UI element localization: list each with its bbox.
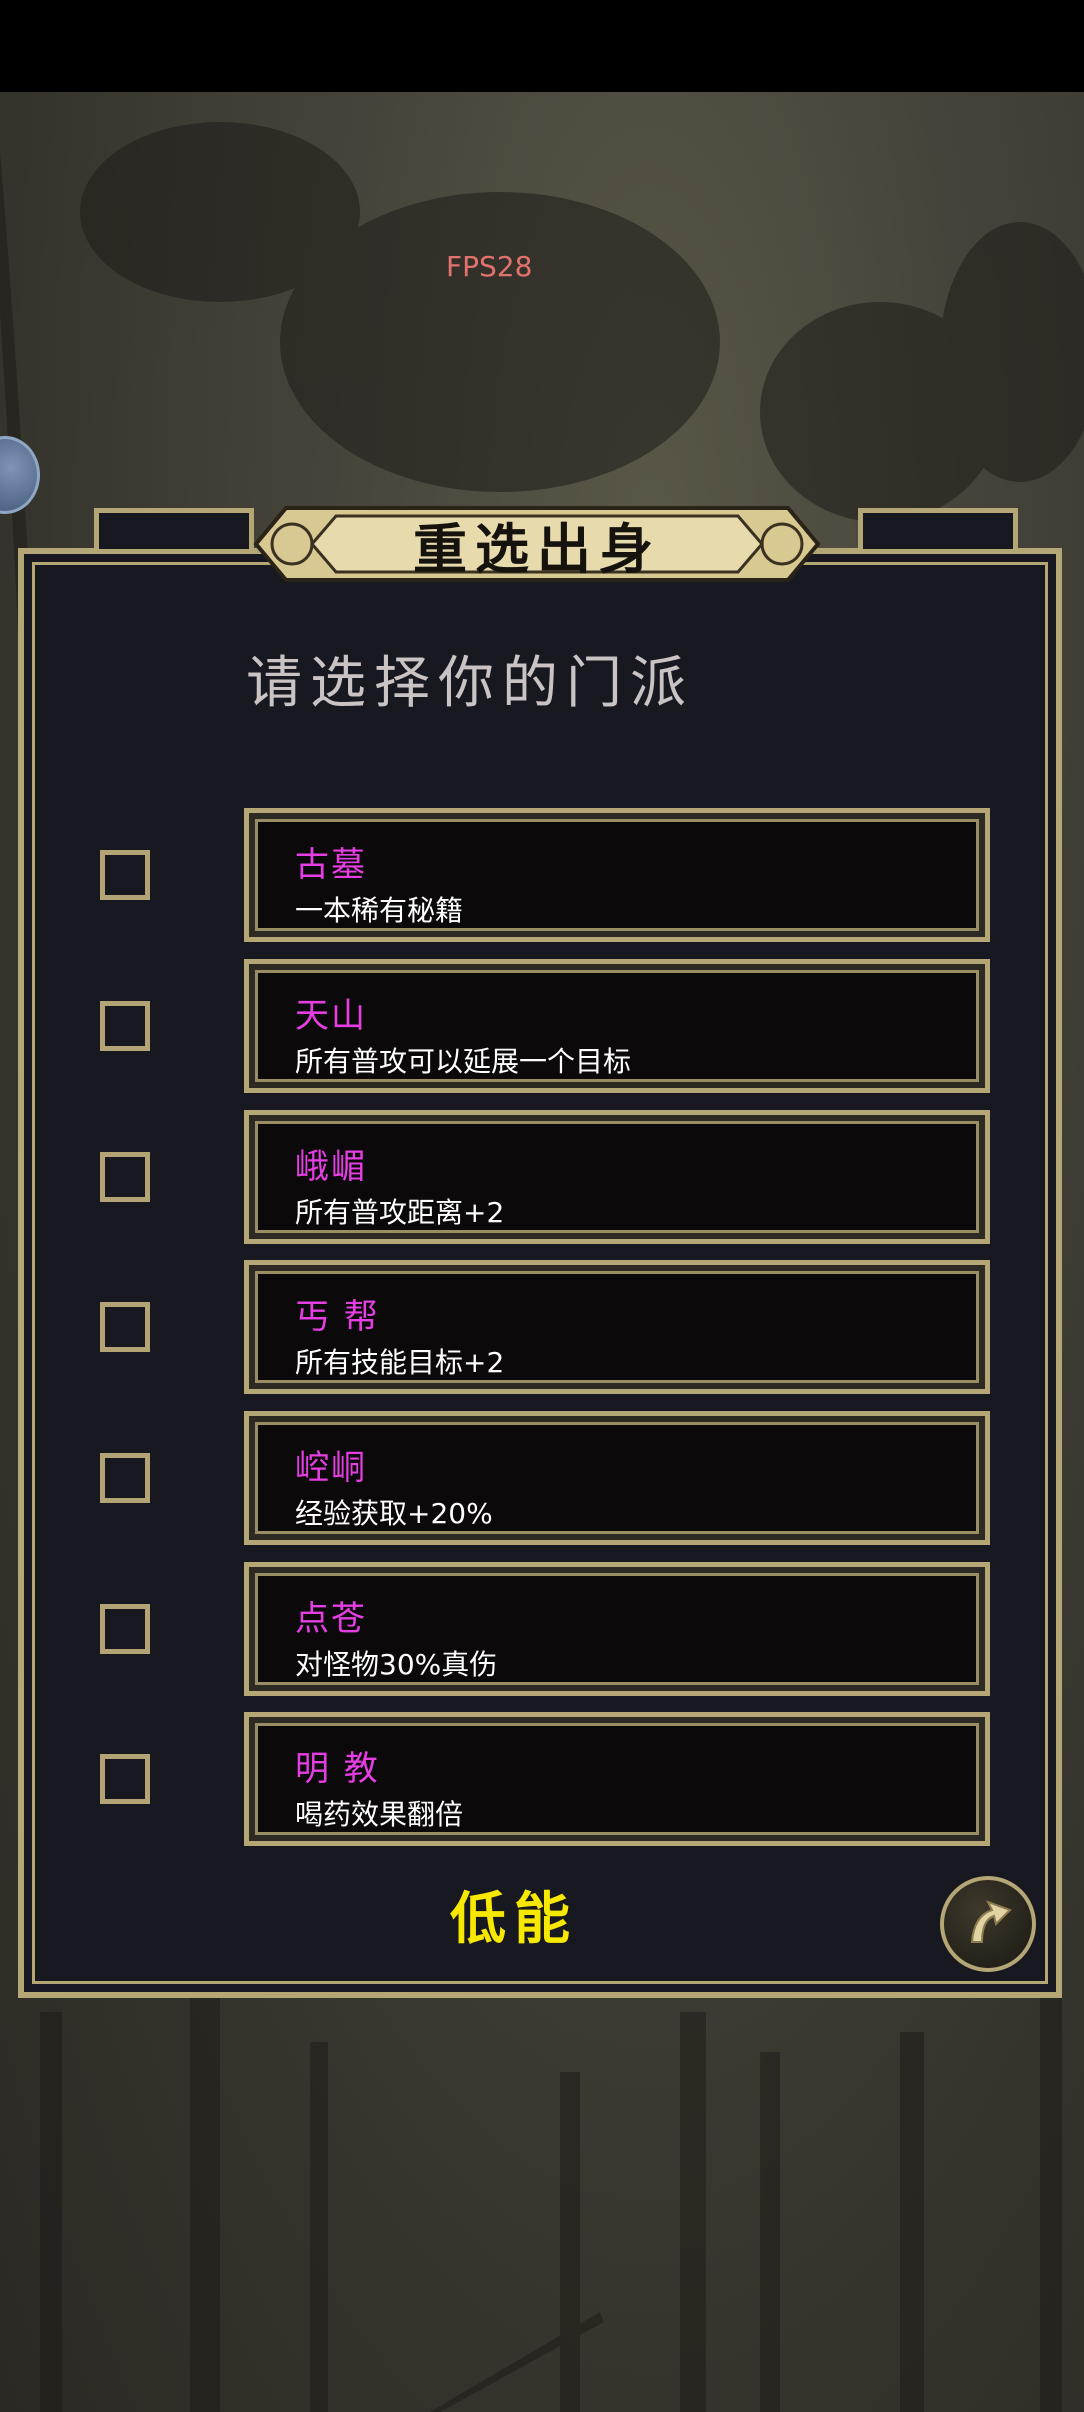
sect-description: 一本稀有秘籍 [295,894,464,927]
sect-checkbox-5[interactable] [100,1453,150,1503]
status-bar [0,0,1084,92]
panel-title: 重选出身 [413,516,661,581]
sect-name: 点苍 [295,1599,367,1639]
sect-checkbox-4[interactable] [100,1302,150,1352]
sect-row-5: 崆峒 经验获取+20% [100,1411,990,1545]
sect-name: 古墓 [295,845,367,885]
fps-counter: FPS28 [446,250,533,283]
panel-corner-right [858,508,1018,554]
sect-checkbox-2[interactable] [100,1001,150,1051]
sect-card-3[interactable]: 峨嵋 所有普攻距离+2 [244,1110,990,1244]
sect-name: 明 教 [295,1749,380,1789]
sect-row-1: 古墓 一本稀有秘籍 [100,808,990,942]
sect-description: 所有普攻可以延展一个目标 [295,1045,632,1078]
sect-description: 所有普攻距离+2 [295,1196,505,1229]
sect-description: 喝药效果翻倍 [295,1798,464,1831]
sect-row-3: 峨嵋 所有普攻距离+2 [100,1110,990,1244]
panel-corner-left [94,508,254,554]
sect-row-2: 天山 所有普攻可以延展一个目标 [100,959,990,1093]
sect-name: 崆峒 [295,1448,367,1488]
sect-card-2[interactable]: 天山 所有普攻可以延展一个目标 [244,959,990,1093]
panel-subtitle: 请选择你的门派 [246,651,694,716]
sect-card-6[interactable]: 点苍 对怪物30%真伤 [244,1562,990,1696]
sect-checkbox-6[interactable] [100,1604,150,1654]
sect-description: 所有技能目标+2 [295,1346,505,1379]
sect-row-7: 明 教 喝药效果翻倍 [100,1712,990,1846]
sect-description: 经验获取+20% [295,1497,493,1530]
back-arrow-icon [970,1900,1012,1943]
sect-checkbox-7[interactable] [100,1754,150,1804]
sect-name: 峨嵋 [295,1147,367,1187]
footer-label: 低能 [450,1886,578,1952]
sect-card-5[interactable]: 崆峒 经验获取+20% [244,1411,990,1545]
sect-name: 天山 [295,996,367,1036]
sect-row-6: 点苍 对怪物30%真伤 [100,1562,990,1696]
sect-checkbox-1[interactable] [100,850,150,900]
sect-description: 对怪物30%真伤 [295,1648,498,1681]
sect-card-7[interactable]: 明 教 喝药效果翻倍 [244,1712,990,1846]
back-button[interactable] [940,1876,1036,1972]
sect-card-1[interactable]: 古墓 一本稀有秘籍 [244,808,990,942]
sect-name: 丐 帮 [295,1297,380,1337]
title-plate: 重选出身 [252,500,822,588]
sect-card-4[interactable]: 丐 帮 所有技能目标+2 [244,1260,990,1394]
sect-checkbox-3[interactable] [100,1152,150,1202]
sect-row-4: 丐 帮 所有技能目标+2 [100,1260,990,1394]
